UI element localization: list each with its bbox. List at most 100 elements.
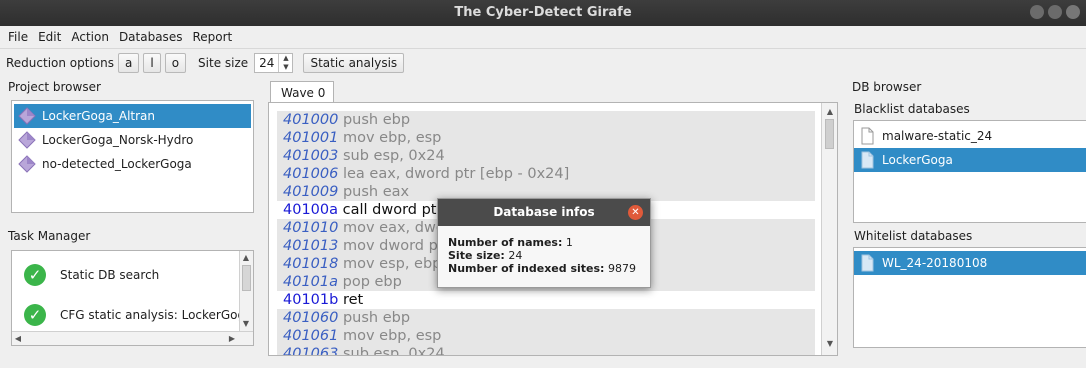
blacklist-item[interactable]: LockerGoga <box>854 148 1086 172</box>
reduction-a-button[interactable]: a <box>118 52 140 73</box>
whitelist-title: Whitelist databases <box>854 229 973 243</box>
whitelist-list: WL_24-20180108 <box>853 247 1086 348</box>
static-analysis-button[interactable]: Static analysis <box>303 52 405 73</box>
task-label: Static DB search <box>60 268 160 282</box>
project-gem-icon <box>18 107 36 125</box>
code-vertical-scrollbar[interactable]: ▲ ▼ <box>821 103 837 355</box>
blacklist-list: malware-static_24 LockerGoga <box>853 120 1086 223</box>
blacklist-title: Blacklist databases <box>854 102 970 116</box>
menu-report[interactable]: Report <box>188 30 238 44</box>
project-item[interactable]: LockerGoga_Altran <box>14 104 251 128</box>
tab-wave-0[interactable]: Wave 0 <box>270 81 334 103</box>
scroll-up-icon[interactable]: ▲ <box>240 253 252 262</box>
site-size-spinbox[interactable]: 24 ▲ ▼ <box>254 52 294 73</box>
asm-instruction: mov ebp, esp <box>338 328 442 344</box>
task-manager-title: Task Manager <box>8 229 91 243</box>
project-gem-icon <box>18 131 36 149</box>
task-item: ✓ Static DB search <box>12 255 239 295</box>
task-manager-list: ✓ Static DB search ✓ CFG static analysis… <box>11 250 254 346</box>
reduction-o-button[interactable]: o <box>164 52 187 73</box>
database-infos-dialog: Database infos ✕ Number of names: 1 Site… <box>437 198 651 288</box>
project-item[interactable]: no-detected_LockerGoga <box>14 152 251 176</box>
reduction-options-label: Reduction options <box>6 55 114 70</box>
asm-instruction: pop ebp <box>338 274 402 290</box>
project-item[interactable]: LockerGoga_Norsk-Hydro <box>14 128 251 152</box>
asm-instruction: mov ebp, esp <box>338 130 442 146</box>
close-button[interactable] <box>1066 5 1080 19</box>
asm-line: 401006 lea eax, dword ptr [ebp - 0x24] <box>277 165 815 183</box>
task-horizontal-scrollbar[interactable]: ◀ ▶ <box>12 331 253 345</box>
asm-line: 401061 mov ebp, esp <box>277 327 815 345</box>
whitelist-item[interactable]: WL_24-20180108 <box>854 251 1086 275</box>
minimize-button[interactable] <box>1030 5 1044 19</box>
project-gem-icon <box>18 155 36 173</box>
scroll-right-icon[interactable]: ▶ <box>226 334 238 343</box>
spinbox-arrows-icon[interactable]: ▲ ▼ <box>278 53 292 72</box>
dialog-row-label: Number of names: <box>448 236 563 249</box>
asm-instruction: push eax <box>338 184 410 200</box>
project-item-label: LockerGoga_Altran <box>42 109 156 123</box>
site-size-value[interactable]: 24 <box>255 56 278 70</box>
blacklist-item[interactable]: malware-static_24 <box>854 124 1086 148</box>
asm-address: 401000 <box>283 112 339 128</box>
project-browser-list: LockerGoga_Altran LockerGoga_Norsk-Hydro… <box>11 100 254 213</box>
menu-file[interactable]: File <box>4 30 34 44</box>
scroll-thumb[interactable] <box>242 265 251 291</box>
dialog-row-value: 9879 <box>607 262 636 275</box>
scroll-thumb[interactable] <box>825 119 834 149</box>
project-item-label: no-detected_LockerGoga <box>42 157 192 171</box>
dialog-row-value: 24 <box>508 249 523 262</box>
dialog-title: Database infos <box>493 205 595 219</box>
maximize-button[interactable] <box>1048 5 1062 19</box>
asm-address: 401003 <box>283 148 339 164</box>
asm-address: 401009 <box>283 184 339 200</box>
menu-bar: File Edit Action Databases Report <box>0 26 1086 48</box>
scroll-up-icon[interactable]: ▲ <box>824 107 836 116</box>
dialog-row-label: Site size: <box>448 249 505 262</box>
asm-address: 401010 <box>283 220 339 236</box>
scroll-down-icon[interactable]: ▼ <box>824 339 836 348</box>
asm-instruction: call dword ptr <box>338 202 443 218</box>
dialog-row: Number of names: 1 <box>448 236 650 249</box>
asm-address: 40101a <box>283 274 339 290</box>
reduction-l-button[interactable]: l <box>143 52 161 73</box>
asm-line: 401063 sub esp, 0x24 <box>277 345 815 356</box>
file-icon <box>861 127 874 145</box>
dialog-row-label: Number of indexed sites: <box>448 262 605 275</box>
file-icon <box>861 151 874 169</box>
dialog-row: Site size: 24 <box>448 249 650 262</box>
dialog-row: Number of indexed sites: 9879 <box>448 262 650 275</box>
asm-line: 401000 push ebp <box>277 111 815 129</box>
asm-address: 401001 <box>283 130 339 146</box>
asm-instruction: mov dword ptr <box>338 238 450 254</box>
asm-address: 401063 <box>283 346 339 356</box>
task-item: ✓ CFG static analysis: LockerGoga <box>12 295 239 335</box>
asm-address: 401013 <box>283 238 339 254</box>
dialog-row-value: 1 <box>565 236 573 249</box>
check-icon: ✓ <box>24 304 46 326</box>
scroll-left-icon[interactable]: ◀ <box>12 334 24 343</box>
asm-instruction: sub esp, 0x24 <box>338 346 445 356</box>
dialog-titlebar: Database infos ✕ <box>438 199 650 226</box>
asm-instruction: ret <box>338 292 364 308</box>
file-icon <box>861 254 874 272</box>
dialog-close-icon[interactable]: ✕ <box>628 205 643 220</box>
menu-action[interactable]: Action <box>67 30 115 44</box>
whitelist-item-label: WL_24-20180108 <box>882 256 988 270</box>
task-vertical-scrollbar[interactable]: ▲ ▼ <box>239 251 253 331</box>
asm-address: 401018 <box>283 256 339 272</box>
menu-edit[interactable]: Edit <box>34 30 67 44</box>
asm-instruction: lea eax, dword ptr [ebp - 0x24] <box>338 166 570 182</box>
asm-instruction: mov esp, ebp <box>338 256 442 272</box>
asm-instruction: push ebp <box>338 310 411 326</box>
asm-line: 401001 mov ebp, esp <box>277 129 815 147</box>
scroll-down-icon[interactable]: ▼ <box>240 319 252 328</box>
asm-instruction: sub esp, 0x24 <box>338 148 445 164</box>
dialog-body: Number of names: 1 Site size: 24 Number … <box>438 226 650 275</box>
menu-databases[interactable]: Databases <box>115 30 189 44</box>
check-icon: ✓ <box>24 264 46 286</box>
window-controls <box>1030 5 1080 19</box>
project-browser-title: Project browser <box>8 80 101 94</box>
asm-address: 401060 <box>283 310 339 326</box>
asm-address: 40100a <box>283 202 339 218</box>
